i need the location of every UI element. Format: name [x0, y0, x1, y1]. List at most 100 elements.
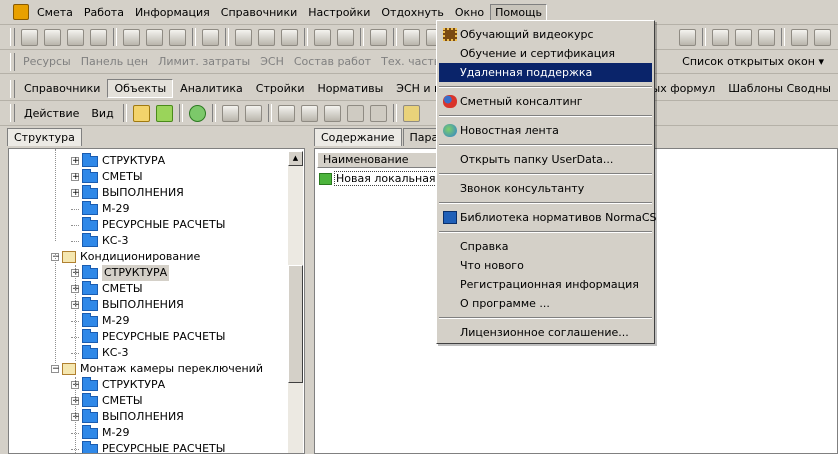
list-icon[interactable]: [44, 28, 61, 46]
help-menu-item[interactable]: Звонок консультанту: [439, 179, 652, 198]
tree-node[interactable]: М-29: [9, 200, 129, 217]
help-menu-item[interactable]: Открыть папку UserData...: [439, 150, 652, 169]
menu-item[interactable]: Информация: [130, 4, 215, 21]
help-menu-item[interactable]: Лицензионное соглашение...: [439, 323, 652, 342]
excel-icon[interactable]: [67, 28, 84, 46]
tab-structure[interactable]: Структура: [7, 128, 82, 146]
help-menu-item[interactable]: Регистрационная информация: [439, 275, 652, 294]
menu-item[interactable]: Помощь: [490, 3, 547, 21]
help-menu-item[interactable]: Удаленная поддержка: [439, 63, 652, 82]
nav-tab[interactable]: Шаблоны Сводны: [722, 80, 837, 97]
lc-estimate-icon[interactable]: [277, 104, 295, 122]
help-menu-item[interactable]: Обучающий видеокурс: [439, 25, 652, 44]
tab-content[interactable]: Содержание: [314, 128, 402, 146]
nav-tab[interactable]: Нормативы: [312, 80, 390, 97]
comment-icon[interactable]: [281, 28, 298, 46]
help-menu-item[interactable]: Новостная лента: [439, 121, 652, 140]
folder-new-icon[interactable]: [155, 104, 173, 122]
stamp-icon[interactable]: [235, 28, 252, 46]
rc-estimate-icon[interactable]: [300, 104, 318, 122]
menu-separator: [439, 317, 652, 319]
help-menu-item[interactable]: Библиотека нормативов NormaCS: [439, 208, 657, 227]
nav-tab[interactable]: Объекты: [107, 79, 174, 98]
toolbar-grip[interactable]: [10, 28, 15, 46]
user-icon[interactable]: [202, 28, 219, 46]
nav-tab[interactable]: Справочники: [18, 80, 106, 97]
view-menu[interactable]: Вид: [91, 107, 113, 120]
toolbar-grip[interactable]: [10, 79, 15, 98]
nav-tab[interactable]: Аналитика: [174, 80, 249, 97]
undo-icon[interactable]: [146, 28, 163, 46]
help-menu-item[interactable]: Справка: [439, 237, 652, 256]
tree-node[interactable]: + ВЫПОЛНЕНИЯ: [9, 408, 184, 425]
filter-icon[interactable]: [791, 28, 808, 46]
toolbar-button[interactable]: Тех. часть: [381, 55, 440, 68]
tree-node[interactable]: + СТРУКТУРА: [9, 376, 165, 393]
add-object-icon[interactable]: [221, 104, 239, 122]
toolbar-button[interactable]: Состав работ: [294, 55, 371, 68]
menu-item[interactable]: Настройки: [303, 4, 375, 21]
arrow-up-icon[interactable]: [346, 104, 364, 122]
search-icon[interactable]: [90, 28, 107, 46]
tree-node[interactable]: КС-3: [9, 232, 128, 249]
folder-icon[interactable]: [679, 28, 696, 46]
action-menu[interactable]: Действие: [24, 107, 79, 120]
help-menu-item[interactable]: О программе ...: [439, 294, 652, 313]
toolbar-button[interactable]: Лимит. затраты: [158, 55, 250, 68]
expand-icon[interactable]: +: [71, 189, 80, 198]
lc-icon[interactable]: [712, 28, 729, 46]
recalc-icon[interactable]: [402, 104, 420, 122]
menu-item[interactable]: Работа: [79, 4, 129, 21]
tree-node[interactable]: М-29: [9, 312, 129, 329]
help-menu-item[interactable]: Что нового: [439, 256, 652, 275]
tree-node[interactable]: РЕСУРСНЫЕ РАСЧЕТЫ: [9, 440, 225, 453]
rc-icon[interactable]: [735, 28, 752, 46]
toolbar-grip[interactable]: [10, 52, 15, 71]
tree-node[interactable]: + ВЫПОЛНЕНИЯ: [9, 184, 184, 201]
menu-item[interactable]: Смета: [32, 4, 78, 21]
refresh-icon[interactable]: [188, 104, 206, 122]
tree-node[interactable]: − Кондиционирование: [9, 249, 200, 265]
tree-node[interactable]: + СТРУКТУРА: [9, 264, 170, 281]
toolbar-button[interactable]: Ресурсы: [23, 55, 71, 68]
tree-node[interactable]: РЕСУРСНЫЕ РАСЧЕТЫ: [9, 216, 225, 233]
tree-node[interactable]: + СТРУКТУРА: [9, 152, 165, 169]
help-menu-item[interactable]: Сметный консалтинг: [439, 92, 652, 111]
pc-estimate-icon[interactable]: [323, 104, 341, 122]
expand-icon[interactable]: +: [71, 173, 80, 182]
pc-icon[interactable]: [758, 28, 775, 46]
menu-item[interactable]: Окно: [450, 4, 489, 21]
tree-node[interactable]: + СМЕТЫ: [9, 168, 143, 185]
close-icon[interactable]: [370, 28, 387, 46]
expand-icon[interactable]: +: [71, 157, 80, 166]
toolbar-button[interactable]: Панель цен: [81, 55, 148, 68]
toolbar-button[interactable]: ЭСН: [260, 55, 284, 68]
save-icon[interactable]: [123, 28, 140, 46]
tag-icon[interactable]: [258, 28, 275, 46]
truck-icon[interactable]: [314, 28, 331, 46]
menu-item[interactable]: Справочники: [216, 4, 302, 21]
arrow-down-icon[interactable]: [369, 104, 387, 122]
scroll-up-icon[interactable]: ▲: [288, 151, 303, 166]
open-windows-dropdown[interactable]: Список открытых окон ▾: [682, 55, 824, 68]
tree-node[interactable]: КС-3: [9, 344, 128, 361]
tree-node[interactable]: М-29: [9, 424, 129, 441]
scroll-thumb[interactable]: [288, 265, 303, 383]
menu-item[interactable]: Отдохнуть: [376, 4, 449, 21]
tree-node[interactable]: − Монтаж камеры переключений: [9, 361, 263, 377]
help-menu-item[interactable]: Обучение и сертификация: [439, 44, 652, 63]
toolbar-grip[interactable]: [10, 104, 15, 122]
tree-node[interactable]: + ВЫПОЛНЕНИЯ: [9, 296, 184, 313]
redo-icon[interactable]: [169, 28, 186, 46]
calc-icon[interactable]: [403, 28, 420, 46]
tree-icon[interactable]: [21, 28, 38, 46]
collapse-icon[interactable]: −: [51, 365, 60, 374]
filter2-icon[interactable]: [814, 28, 831, 46]
nav-tab[interactable]: Стройки: [250, 80, 311, 97]
copy-icon[interactable]: [337, 28, 354, 46]
table-row[interactable]: Новая локальная с: [319, 171, 448, 186]
people-icon[interactable]: [244, 104, 262, 122]
tree-scrollbar[interactable]: ▲: [288, 151, 303, 453]
folder-up-icon[interactable]: [132, 104, 150, 122]
tree-node[interactable]: РЕСУРСНЫЕ РАСЧЕТЫ: [9, 328, 225, 345]
